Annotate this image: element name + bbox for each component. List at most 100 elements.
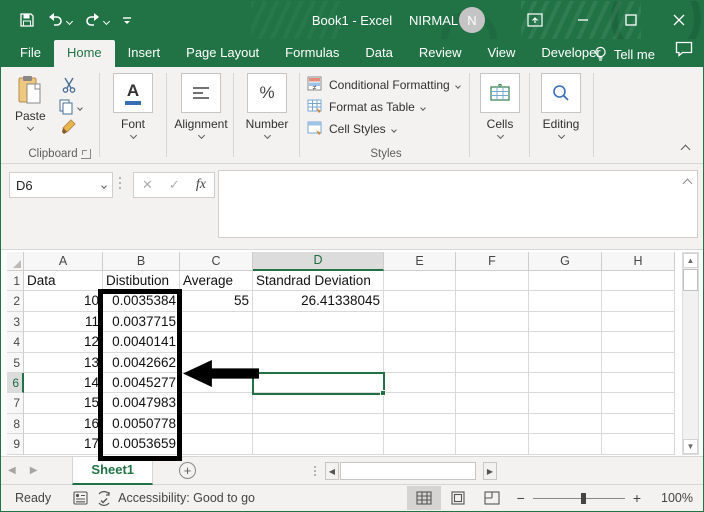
cell-B6[interactable]: 0.0045277 [103, 373, 180, 393]
cell-C7[interactable] [180, 393, 253, 413]
row-header-9[interactable]: 9 [7, 434, 24, 454]
cell-C3[interactable] [180, 312, 253, 332]
tab-formulas[interactable]: Formulas [272, 40, 352, 67]
column-header-D[interactable]: D [253, 252, 384, 271]
cell-H5[interactable] [602, 353, 675, 373]
cell-C2[interactable]: 55 [180, 291, 253, 311]
cell-G6[interactable] [529, 373, 602, 393]
cell-G3[interactable] [529, 312, 602, 332]
redo-icon[interactable] [80, 10, 113, 30]
cell-F9[interactable] [456, 434, 529, 454]
tab-view[interactable]: View [474, 40, 528, 67]
vertical-scrollbar[interactable]: ▲ ▼ [682, 252, 699, 455]
cut-icon[interactable] [61, 77, 77, 98]
tab-file[interactable]: File [7, 40, 54, 67]
cell-H2[interactable] [602, 291, 675, 311]
cell-F6[interactable] [456, 373, 529, 393]
cell-A5[interactable]: 13 [24, 353, 103, 373]
cell-E1[interactable] [384, 271, 456, 291]
name-box[interactable]: D6 [9, 172, 113, 198]
avatar[interactable]: N [459, 7, 485, 33]
sheet-nav-right-icon[interactable]: ▶ [23, 465, 45, 476]
cell-C6[interactable] [180, 373, 253, 393]
scroll-down-icon[interactable]: ▼ [683, 439, 698, 454]
cell-G9[interactable] [529, 434, 602, 454]
cell-G8[interactable] [529, 414, 602, 434]
row-header-6[interactable]: 6 [7, 373, 24, 393]
cell-D5[interactable] [253, 353, 384, 373]
cell-F3[interactable] [456, 312, 529, 332]
cell-H1[interactable] [602, 271, 675, 291]
cell-D3[interactable] [253, 312, 384, 332]
accessibility-status[interactable]: Accessibility: Good to go [96, 491, 255, 506]
cell-C8[interactable] [180, 414, 253, 434]
row-header-8[interactable]: 8 [7, 414, 24, 434]
cell-A9[interactable]: 17 [24, 434, 103, 454]
cell-E8[interactable] [384, 414, 456, 434]
format-as-table-button[interactable]: Format as Table [305, 96, 467, 118]
column-header-H[interactable]: H [602, 252, 675, 271]
tell-me[interactable]: Tell me [594, 46, 655, 63]
cell-C4[interactable] [180, 332, 253, 352]
scroll-up-icon[interactable]: ▲ [683, 253, 698, 268]
cell-F4[interactable] [456, 332, 529, 352]
page-break-preview-icon[interactable] [475, 486, 509, 510]
cell-C9[interactable] [180, 434, 253, 454]
cell-C5[interactable] [180, 353, 253, 373]
collapse-ribbon-icon[interactable] [681, 145, 691, 155]
macro-record-icon[interactable] [73, 491, 88, 505]
cell-B4[interactable]: 0.0040141 [103, 332, 180, 352]
cell-B7[interactable]: 0.0047983 [103, 393, 180, 413]
tab-home[interactable]: Home [54, 40, 115, 67]
column-header-F[interactable]: F [456, 252, 529, 271]
cell-G1[interactable] [529, 271, 602, 291]
cell-H3[interactable] [602, 312, 675, 332]
page-layout-view-icon[interactable] [441, 486, 475, 510]
row-header-7[interactable]: 7 [7, 393, 24, 413]
cell-E2[interactable] [384, 291, 456, 311]
cell-E9[interactable] [384, 434, 456, 454]
cell-H4[interactable] [602, 332, 675, 352]
horizontal-scroll-thumb[interactable] [340, 462, 476, 480]
column-header-E[interactable]: E [384, 252, 456, 271]
cell-D9[interactable] [253, 434, 384, 454]
clipboard-dialog-launcher-icon[interactable] [81, 149, 91, 159]
zoom-out-icon[interactable]: − [509, 490, 533, 506]
vertical-scroll-thumb[interactable] [683, 269, 698, 291]
cell-C1[interactable]: Average [180, 271, 253, 291]
cell-E7[interactable] [384, 393, 456, 413]
cell-B3[interactable]: 0.0037715 [103, 312, 180, 332]
cell-E4[interactable] [384, 332, 456, 352]
zoom-in-icon[interactable]: + [625, 490, 649, 506]
formula-input[interactable] [218, 170, 698, 238]
cell-F8[interactable] [456, 414, 529, 434]
close-button[interactable] [655, 1, 703, 39]
cell-D7[interactable] [253, 393, 384, 413]
customize-quick-access-icon[interactable] [117, 11, 137, 29]
undo-icon[interactable] [43, 10, 76, 30]
row-header-1[interactable]: 1 [7, 271, 24, 291]
maximize-button[interactable] [607, 1, 655, 39]
normal-view-icon[interactable] [407, 486, 441, 510]
cell-G5[interactable] [529, 353, 602, 373]
cell-A4[interactable]: 12 [24, 332, 103, 352]
column-header-G[interactable]: G [529, 252, 602, 271]
cell-H9[interactable] [602, 434, 675, 454]
tab-page-layout[interactable]: Page Layout [173, 40, 272, 67]
conditional-formatting-button[interactable]: ≠Conditional Formatting [305, 74, 467, 96]
cell-E6[interactable] [384, 373, 456, 393]
cell-F1[interactable] [456, 271, 529, 291]
sheet-tab-sheet1[interactable]: Sheet1 [72, 457, 153, 485]
column-header-A[interactable]: A [24, 252, 103, 271]
column-header-B[interactable]: B [103, 252, 180, 271]
horizontal-scrollbar[interactable]: ◀ ▶ [325, 461, 497, 481]
cell-F5[interactable] [456, 353, 529, 373]
zoom-level[interactable]: 100% [649, 491, 693, 505]
column-header-C[interactable]: C [180, 252, 253, 271]
row-header-4[interactable]: 4 [7, 332, 24, 352]
number-button[interactable]: % Number [239, 73, 295, 138]
editing-button[interactable]: Editing [533, 73, 589, 138]
scroll-right-icon[interactable]: ▶ [483, 462, 497, 480]
cell-G4[interactable] [529, 332, 602, 352]
sheet-nav-left-icon[interactable]: ◀ [1, 465, 23, 476]
